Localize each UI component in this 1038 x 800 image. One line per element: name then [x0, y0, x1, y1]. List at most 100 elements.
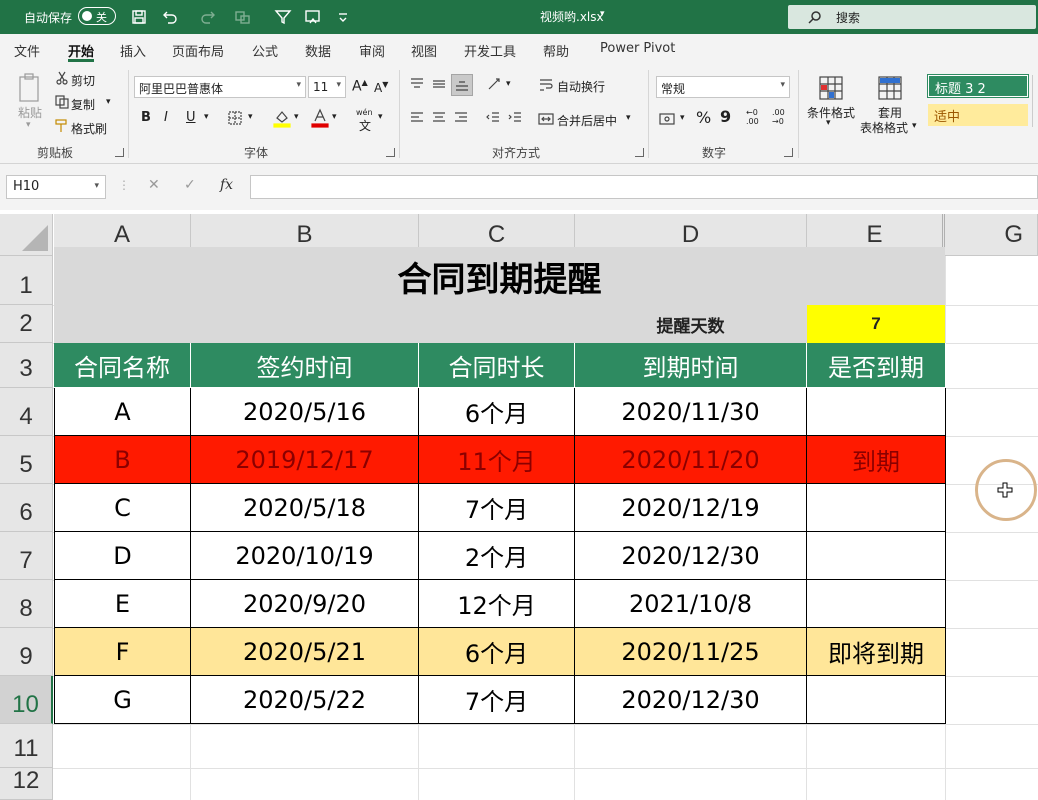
- align-middle-icon[interactable]: [430, 76, 448, 92]
- table-cell-name[interactable]: A: [54, 388, 191, 436]
- table-cell-sign-date[interactable]: 2020/5/21: [191, 628, 419, 676]
- column-header-g[interactable]: G: [945, 214, 1038, 256]
- table-cell-duration[interactable]: 11个月: [419, 436, 575, 484]
- decrease-indent-icon[interactable]: [484, 110, 502, 126]
- conditional-format-button[interactable]: 条件格式: [807, 104, 855, 121]
- align-right-icon[interactable]: [452, 110, 470, 126]
- filename-dropdown-icon[interactable]: ▾: [600, 9, 605, 19]
- orientation-icon[interactable]: [486, 76, 504, 92]
- table-cell-expire-date[interactable]: 2020/12/30: [575, 676, 807, 724]
- row-header-8[interactable]: 8: [0, 580, 53, 628]
- table-header-duration[interactable]: 合同时长: [419, 343, 575, 388]
- table-cell-name[interactable]: D: [54, 532, 191, 580]
- font-name-select[interactable]: 阿里巴巴普惠体 ▾: [134, 76, 306, 98]
- sheet-title[interactable]: 合同到期提醒: [54, 247, 945, 305]
- table-cell-expire-date[interactable]: 2021/10/8: [575, 580, 807, 628]
- autosave-toggle[interactable]: 关: [78, 7, 116, 25]
- table-cell-expire-date[interactable]: 2020/11/25: [575, 628, 807, 676]
- phonetic-dropdown-icon[interactable]: ▾: [378, 112, 383, 122]
- font-color-icon[interactable]: [310, 108, 330, 128]
- clipboard-launcher-icon[interactable]: [115, 148, 124, 157]
- table-cell-name[interactable]: G: [54, 676, 191, 724]
- font-size-select[interactable]: 11 ▾: [308, 76, 346, 98]
- redo-icon[interactable]: [198, 6, 220, 28]
- conditional-dropdown-icon[interactable]: ▾: [826, 118, 831, 128]
- row-header-6[interactable]: 6: [0, 484, 53, 532]
- table-dropdown-icon[interactable]: ▾: [912, 121, 917, 131]
- table-cell-expire-date[interactable]: 2020/12/19: [575, 484, 807, 532]
- table-cell-status[interactable]: [807, 532, 946, 580]
- table-cell-duration[interactable]: 7个月: [419, 484, 575, 532]
- tab-insert[interactable]: 插入: [120, 41, 146, 60]
- format-painter-button[interactable]: 格式刷: [71, 120, 107, 137]
- tab-data[interactable]: 数据: [305, 41, 331, 60]
- cell-style-neutral[interactable]: 适中: [928, 104, 1028, 126]
- styles-scrollbar[interactable]: [1032, 75, 1038, 127]
- wrap-text-button[interactable]: 自动换行: [557, 78, 605, 95]
- tab-formulas[interactable]: 公式: [252, 41, 278, 60]
- table-cell-status[interactable]: [807, 676, 946, 724]
- table-cell-expire-date[interactable]: 2020/11/30: [575, 388, 807, 436]
- paste-icon[interactable]: [14, 70, 46, 106]
- number-format-select[interactable]: 常规 ▾: [656, 76, 790, 98]
- table-cell-status[interactable]: 到期: [807, 436, 946, 484]
- borders-dropdown-icon[interactable]: ▾: [248, 112, 253, 122]
- cut-button[interactable]: 剪切: [71, 72, 95, 89]
- tab-help[interactable]: 帮助: [543, 41, 569, 60]
- tab-review[interactable]: 审阅: [359, 41, 385, 60]
- table-cell-status[interactable]: 即将到期: [807, 628, 946, 676]
- fill-color-dropdown-icon[interactable]: ▾: [294, 112, 299, 122]
- search-box[interactable]: 搜索: [788, 5, 1036, 29]
- row-header-3[interactable]: 3: [0, 343, 53, 388]
- cancel-icon[interactable]: ✕: [148, 177, 160, 193]
- table-header-status[interactable]: 是否到期: [807, 343, 946, 388]
- tab-file[interactable]: 文件: [14, 41, 40, 60]
- table-cell-status[interactable]: [807, 580, 946, 628]
- table-cell-duration[interactable]: 6个月: [419, 388, 575, 436]
- table-cell-sign-date[interactable]: 2020/5/18: [191, 484, 419, 532]
- row-header-5[interactable]: 5: [0, 436, 53, 484]
- increase-indent-icon[interactable]: [506, 110, 524, 126]
- select-all-corner[interactable]: [0, 214, 53, 256]
- align-bottom-icon[interactable]: [451, 74, 473, 96]
- decrease-font-icon[interactable]: A▼: [374, 80, 388, 95]
- table-cell-sign-date[interactable]: 2020/5/22: [191, 676, 419, 724]
- comma-style-button[interactable]: 9: [720, 107, 731, 126]
- borders-icon[interactable]: [226, 110, 244, 126]
- save-icon[interactable]: [128, 6, 150, 28]
- screenshot-icon[interactable]: [302, 6, 324, 28]
- table-cell-name[interactable]: B: [54, 436, 191, 484]
- table-cell-duration[interactable]: 2个月: [419, 532, 575, 580]
- italic-button[interactable]: I: [164, 110, 168, 125]
- table-cell-duration[interactable]: 6个月: [419, 628, 575, 676]
- table-cell-status[interactable]: [807, 388, 946, 436]
- cell-style-heading3[interactable]: 标题 3 2: [927, 74, 1029, 98]
- tab-view[interactable]: 视图: [411, 41, 437, 60]
- phonetic-guide-icon[interactable]: wén: [356, 108, 373, 117]
- tab-home[interactable]: 开始: [68, 41, 94, 60]
- table-cell-sign-date[interactable]: 2019/12/17: [191, 436, 419, 484]
- increase-decimal-icon[interactable]: ←0.00: [746, 108, 759, 126]
- underline-dropdown-icon[interactable]: ▾: [204, 112, 209, 122]
- table-header-name[interactable]: 合同名称: [54, 343, 191, 388]
- copy-button[interactable]: 复制: [71, 96, 95, 113]
- alignment-launcher-icon[interactable]: [635, 148, 644, 157]
- remind-days-label[interactable]: 提醒天数: [575, 305, 806, 343]
- name-box[interactable]: H10 ▾: [6, 175, 106, 199]
- table-cell-duration[interactable]: 12个月: [419, 580, 575, 628]
- merge-center-button[interactable]: 合并后居中: [557, 112, 617, 129]
- merge-dropdown-icon[interactable]: ▾: [626, 113, 631, 123]
- filter-icon[interactable]: [272, 6, 294, 28]
- table-header-sign-date[interactable]: 签约时间: [191, 343, 419, 388]
- table-cell-sign-date[interactable]: 2020/10/19: [191, 532, 419, 580]
- increase-font-icon[interactable]: A▲: [352, 78, 368, 95]
- table-cell-expire-date[interactable]: 2020/11/20: [575, 436, 807, 484]
- align-left-icon[interactable]: [408, 110, 426, 126]
- table-cell-name[interactable]: F: [54, 628, 191, 676]
- table-cell-status[interactable]: [807, 484, 946, 532]
- orientation-dropdown-icon[interactable]: ▾: [506, 79, 511, 89]
- row-header-11[interactable]: 11: [0, 724, 53, 768]
- font-color-dropdown-icon[interactable]: ▾: [332, 112, 337, 122]
- percent-button[interactable]: %: [696, 108, 711, 127]
- tab-developer[interactable]: 开发工具: [464, 41, 516, 60]
